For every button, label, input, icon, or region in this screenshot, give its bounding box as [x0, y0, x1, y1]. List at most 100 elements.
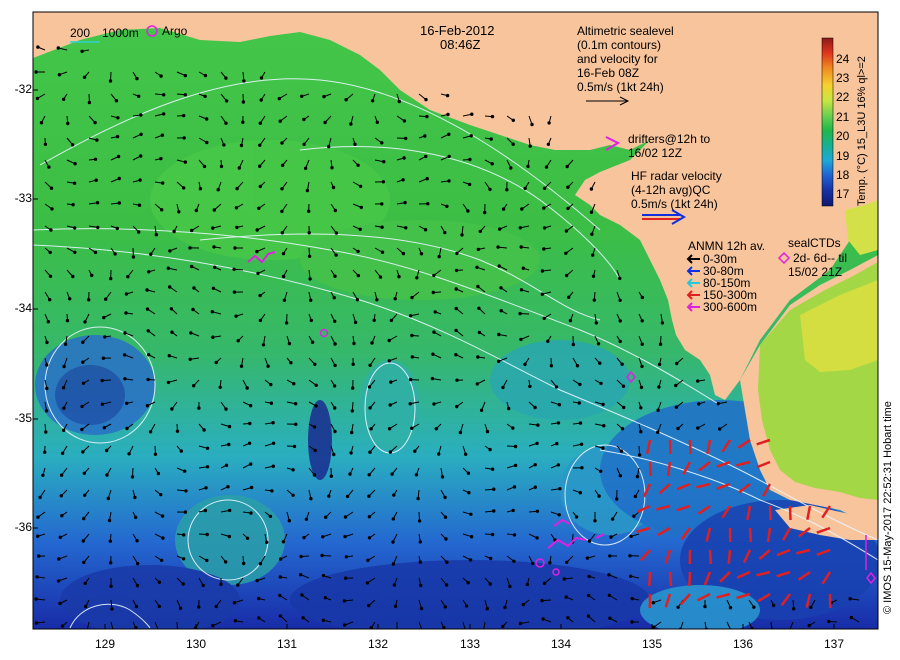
- velocity-arrow-head: [131, 255, 136, 259]
- velocity-arrow-head: [454, 353, 458, 357]
- velocity-arrow-head: [333, 208, 338, 213]
- velocity-arrow-head: [81, 539, 86, 543]
- velocity-arrow-head: [258, 562, 263, 566]
- velocity-arrow-head: [189, 331, 193, 335]
- altimetry-line-2: (0.1m contours): [577, 38, 662, 52]
- velocity-arrow-head: [809, 605, 813, 610]
- velocity-arrow-head: [475, 265, 479, 269]
- velocity-arrow-head: [146, 329, 150, 333]
- velocity-arrow-head: [632, 514, 636, 518]
- velocity-arrow-head: [58, 601, 62, 606]
- velocity-arrow-head: [580, 466, 584, 470]
- velocity-arrow-head: [105, 473, 109, 477]
- velocity-arrow-head: [390, 472, 394, 476]
- velocity-arrow-head: [48, 274, 53, 278]
- velocity-arrow-head: [183, 93, 188, 97]
- velocity-arrow-head: [153, 452, 158, 456]
- velocity-arrow-head: [84, 604, 88, 609]
- velocity-arrow-head: [147, 270, 151, 274]
- velocity-arrow-head: [233, 619, 238, 623]
- velocity-arrow-head: [639, 430, 643, 434]
- velocity-arrow-head: [257, 206, 261, 211]
- velocity-arrow-head: [161, 536, 165, 540]
- velocity-arrow-head: [512, 485, 517, 489]
- velocity-arrow-head: [321, 573, 326, 578]
- velocity-arrow-head: [556, 421, 561, 425]
- velocity-arrow-head: [49, 186, 54, 190]
- velocity-arrow-head: [178, 606, 183, 610]
- velocity-arrow-head: [564, 273, 569, 278]
- velocity-arrow-head: [280, 231, 284, 235]
- velocity-arrow-head: [224, 76, 228, 80]
- velocity-arrow-head: [81, 450, 85, 454]
- anmn-title: ANMN 12h av.: [688, 239, 766, 253]
- velocity-arrow-head: [387, 359, 391, 363]
- velocity-arrow-head: [261, 343, 266, 347]
- anmn-item-4: 300-600m: [703, 300, 758, 314]
- velocity-arrow-head: [327, 494, 331, 498]
- velocity-arrow-head: [511, 508, 515, 513]
- velocity-arrow-head: [410, 295, 414, 300]
- velocity-arrow-head: [519, 337, 523, 342]
- velocity-arrow-head: [601, 446, 605, 450]
- velocity-arrow-head: [266, 364, 270, 368]
- velocity-arrow-head: [83, 320, 87, 324]
- velocity-arrow-head: [104, 297, 108, 301]
- velocity-arrow-head: [241, 100, 246, 104]
- velocity-arrow-head: [586, 614, 591, 618]
- velocity-arrow-head: [248, 421, 252, 426]
- velocity-arrow-head: [554, 385, 559, 389]
- velocity-arrow-head: [419, 252, 424, 256]
- velocity-arrow-head: [190, 264, 194, 269]
- velocity-arrow-head: [418, 560, 422, 564]
- velocity-arrow-head: [610, 517, 615, 521]
- velocity-arrow-head: [443, 230, 447, 235]
- velocity-arrow-head: [124, 311, 128, 315]
- drifters-line-1: drifters@12h to: [628, 132, 711, 146]
- velocity-arrow-head: [567, 295, 571, 299]
- velocity-arrow-head: [618, 319, 622, 323]
- velocity-arrow-head: [214, 360, 218, 365]
- velocity-arrow-head: [609, 535, 613, 539]
- velocity-arrow-head: [107, 518, 112, 523]
- velocity-arrow-head: [696, 426, 700, 430]
- velocity-arrow-head: [258, 143, 262, 148]
- velocity-arrow-head: [63, 342, 68, 346]
- velocity-arrow-head: [369, 427, 373, 431]
- velocity-arrow-head: [485, 607, 489, 611]
- velocity-arrow-head: [367, 536, 372, 540]
- velocity-arrow-head: [403, 200, 407, 205]
- velocity-arrow-head: [425, 114, 429, 119]
- velocity-arrow-head: [210, 310, 215, 314]
- velocity-arrow-head: [35, 575, 39, 579]
- velocity-arrow-head: [125, 426, 129, 431]
- velocity-arrow-head: [281, 251, 286, 256]
- hf-radar-line-1: HF radar velocity: [631, 169, 722, 183]
- velocity-arrow-head: [34, 621, 39, 625]
- velocity-arrow-head: [278, 593, 282, 598]
- velocity-arrow-head: [590, 232, 594, 236]
- velocity-arrow-head: [300, 593, 304, 597]
- velocity-arrow-head: [578, 421, 583, 425]
- velocity-arrow-head: [498, 227, 502, 231]
- velocity-arrow-head: [419, 606, 424, 611]
- velocity-arrow-head: [542, 247, 546, 251]
- velocity-arrow-head: [249, 462, 253, 466]
- velocity-arrow-head: [334, 253, 338, 257]
- velocity-arrow-head: [637, 453, 642, 457]
- velocity-arrow-head: [278, 119, 282, 123]
- velocity-arrow-head: [159, 74, 163, 78]
- velocity-arrow-head: [289, 361, 293, 365]
- velocity-arrow-head: [145, 288, 149, 292]
- velocity-arrow-head: [116, 116, 120, 120]
- velocity-arrow-head: [482, 628, 485, 629]
- velocity-arrow-head: [232, 290, 237, 294]
- velocity-arrow-head: [312, 473, 317, 477]
- velocity-arrow-head: [387, 338, 391, 343]
- velocity-arrow-head: [147, 353, 151, 357]
- velocity-arrow-head: [307, 209, 311, 213]
- velocity-arrow-head: [507, 406, 511, 411]
- velocity-arrow-head: [425, 177, 429, 181]
- velocity-arrow-head: [281, 540, 286, 544]
- velocity-arrow-head: [536, 423, 540, 427]
